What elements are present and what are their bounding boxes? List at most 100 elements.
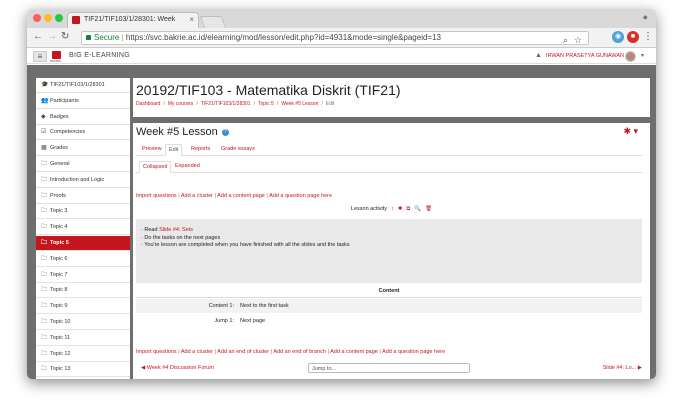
- page-content-box: · Read Slide #4: Sets · Do the tasks on …: [136, 219, 642, 283]
- breadcrumb-item[interactable]: Dashboard: [136, 101, 160, 107]
- close-window-icon[interactable]: [33, 14, 41, 22]
- action-link[interactable]: Add an end of cluster: [217, 349, 269, 355]
- settings-gear-icon[interactable]: ✱ ▾: [623, 126, 638, 137]
- folder-icon: 🗀: [41, 192, 48, 199]
- extension-icon[interactable]: ◉: [612, 31, 624, 43]
- sidebar-item[interactable]: ▦ Grades: [36, 141, 130, 157]
- cap-icon: 🎓: [41, 82, 49, 88]
- sidebar-item-label: Topic 9: [50, 303, 68, 310]
- sidebar-item-label: Participants: [50, 97, 79, 104]
- browser-menu-icon[interactable]: ⋮: [643, 31, 653, 43]
- move-icon[interactable]: ↕: [391, 206, 394, 212]
- new-tab-button[interactable]: [199, 16, 227, 28]
- sidebar-item[interactable]: 🗀 Topic 13: [36, 362, 130, 378]
- sidebar-item[interactable]: 🎓 TIF21/TIF103/1/28301: [36, 78, 130, 93]
- minimize-window-icon[interactable]: [44, 14, 52, 22]
- content-line: · You're lesson are completed when you h…: [141, 242, 350, 248]
- delete-icon[interactable]: 🗑: [425, 206, 432, 212]
- action-link[interactable]: Add a content page: [217, 193, 265, 199]
- action-link[interactable]: Add a cluster: [181, 349, 213, 355]
- tab-preview[interactable]: Preview: [139, 144, 165, 155]
- page-content: 🎓 TIF21/TIF103/1/28301 👥 Participants ◆ Badge…: [27, 65, 656, 379]
- action-link[interactable]: Import questions: [136, 349, 177, 355]
- tab-close-icon[interactable]: ×: [189, 13, 194, 27]
- breadcrumb-separator: /: [196, 101, 198, 107]
- sidebar-item[interactable]: 🗀 Topic 3: [36, 204, 130, 220]
- sidebar-item-label: Topic 4: [50, 224, 68, 231]
- breadcrumb-item[interactable]: Topic 5: [258, 101, 274, 107]
- sidebar-item[interactable]: 🗀 Topic 5: [36, 236, 130, 251]
- sidebar-item-label: Grades: [50, 145, 69, 152]
- sidebar-item[interactable]: 🗀 Introduction and Logic: [36, 173, 130, 188]
- sidebar-item[interactable]: 🗀 Topic 4: [36, 220, 130, 236]
- sidebar-item[interactable]: 🗀 Topic 12: [36, 347, 130, 362]
- breadcrumb-separator: /: [253, 101, 255, 107]
- browser-tab[interactable]: TIF21/TIF103/1/28301: Week ×: [67, 12, 199, 28]
- sidebar-item[interactable]: 🗀 Topic 7: [36, 268, 130, 283]
- content-line: · Read Slide #4: Sets: [141, 227, 193, 233]
- secure-label: Secure: [94, 33, 120, 42]
- help-icon[interactable]: ?: [221, 128, 229, 136]
- action-link[interactable]: Add an end of branch: [273, 349, 326, 355]
- top-action-links: Import questions | Add a cluster | Add a…: [136, 193, 332, 199]
- tab-edit[interactable]: Edit: [165, 144, 183, 156]
- site-brand[interactable]: BIG E-LEARNING: [69, 52, 130, 59]
- user-name[interactable]: IRWAN PRASETYA GUNAWAN: [546, 53, 624, 59]
- sidebar-item-label: Topic 6: [50, 255, 68, 262]
- action-link[interactable]: Add a cluster: [181, 193, 213, 199]
- tab-reports[interactable]: Reports: [188, 144, 213, 155]
- sidebar-item[interactable]: 🗀 Topic 11: [36, 331, 130, 346]
- sidebar-item[interactable]: ◆ Badges: [36, 110, 130, 125]
- sidebar-item[interactable]: ☑ Competencies: [36, 125, 130, 141]
- profile-icon[interactable]: ●: [643, 12, 648, 22]
- menu-toggle-button[interactable]: ≡: [33, 51, 47, 62]
- next-activity-link[interactable]: Slide #4: Lo... ▶: [603, 363, 642, 373]
- sidebar-item[interactable]: 🗀 General: [36, 157, 130, 172]
- slide-link[interactable]: Slide #4: Sets: [159, 227, 193, 233]
- folder-icon: 🗀: [41, 240, 48, 246]
- previous-activity-link[interactable]: ◀ Week #4 Discussion Forum: [141, 363, 214, 373]
- sidebar-item[interactable]: 🗀 Topic 8: [36, 283, 130, 299]
- breadcrumb-item[interactable]: Week #5 Lesson: [281, 101, 318, 107]
- reload-icon[interactable]: ↻: [61, 31, 69, 43]
- sidebar-item-label: Topic 10: [50, 319, 71, 325]
- adblock-icon[interactable]: ■: [627, 31, 639, 43]
- forward-icon[interactable]: →: [47, 31, 57, 43]
- browser-toolbar: ← → ↻ Secure | https://svc.bakrie.ac.id/…: [27, 28, 656, 48]
- breadcrumb-item[interactable]: TIF21/TIF103/1/28301: [201, 101, 251, 107]
- folder-icon: 🗀: [41, 287, 48, 294]
- sidebar-item[interactable]: 🗀 Topic 10: [36, 315, 130, 330]
- folder-icon: 🗀: [41, 161, 48, 167]
- gear-icon[interactable]: ✱: [398, 206, 403, 212]
- copy-icon[interactable]: ⧉: [406, 206, 410, 212]
- page-action-icons: ↕ ✱ ⧉ 🔍 🗑: [387, 206, 432, 212]
- zoom-search-icon[interactable]: ⌕: [563, 34, 568, 44]
- subtab-collapsed[interactable]: Collapsed: [139, 161, 172, 173]
- action-link[interactable]: Add a content page: [330, 349, 378, 355]
- maximize-window-icon[interactable]: [55, 14, 63, 22]
- lock-icon: [86, 35, 91, 40]
- sidebar-item[interactable]: 👥 Participants: [36, 94, 130, 109]
- notification-icon[interactable]: ▲: [535, 52, 542, 59]
- content-line: · Do the tasks on the next pages: [141, 234, 221, 241]
- table-row: Jump 1: Next page: [214, 318, 266, 324]
- sidebar-item[interactable]: 🗀 Proofs: [36, 189, 130, 204]
- sidebar-item[interactable]: 🗀 Topic 6: [36, 252, 130, 267]
- action-link[interactable]: Add a question page here: [269, 193, 332, 199]
- action-link[interactable]: Add a question page here: [382, 349, 445, 355]
- action-link[interactable]: Import questions: [136, 193, 177, 199]
- avatar[interactable]: [625, 51, 636, 62]
- jump-to-select[interactable]: Jump to...: [308, 363, 470, 373]
- subtab-expanded[interactable]: Expanded: [172, 161, 203, 172]
- content-header: Content: [136, 288, 642, 298]
- folder-icon: 🗀: [41, 208, 48, 215]
- preview-icon[interactable]: 🔍: [414, 206, 421, 212]
- user-menu-caret-icon[interactable]: ▾: [641, 52, 644, 59]
- address-bar[interactable]: Secure | https://svc.bakrie.ac.id/elearn…: [81, 31, 589, 45]
- back-icon[interactable]: ←: [33, 31, 43, 43]
- breadcrumb-item[interactable]: My courses: [168, 101, 194, 107]
- lesson-subtabs: Collapsed Expanded: [136, 161, 642, 173]
- star-icon[interactable]: ☆: [574, 34, 582, 44]
- sidebar-item[interactable]: 🗀 Topic 9: [36, 299, 130, 315]
- tab-grade-essays[interactable]: Grade essays: [218, 144, 258, 155]
